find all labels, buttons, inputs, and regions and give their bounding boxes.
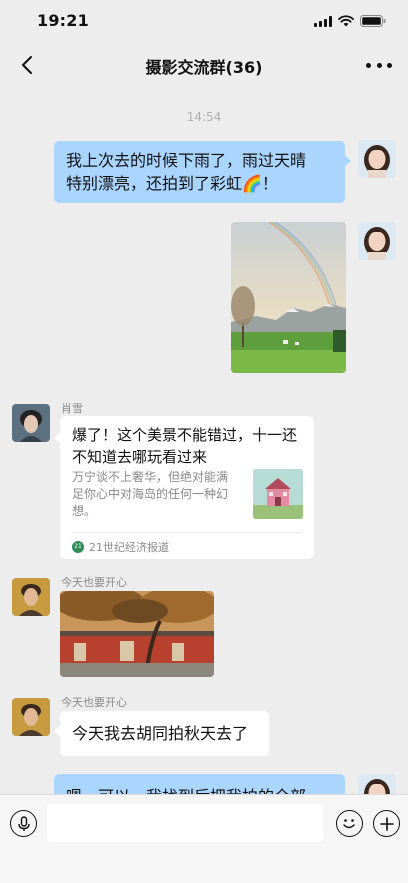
link-card-divider bbox=[72, 532, 302, 533]
more-options-button[interactable] bbox=[366, 56, 392, 74]
avatar-self[interactable] bbox=[358, 774, 396, 794]
message-bubble-other[interactable]: 今天我去胡同拍秋天去了 bbox=[54, 711, 269, 756]
message-input[interactable] bbox=[47, 804, 323, 842]
status-time: 19:21 bbox=[37, 11, 89, 30]
emoji-icon bbox=[343, 819, 355, 829]
rainbow-mountain-photo[interactable] bbox=[231, 222, 346, 373]
battery-icon bbox=[360, 15, 386, 27]
emoji-button[interactable] bbox=[336, 810, 363, 837]
chevron-left-icon bbox=[22, 56, 32, 74]
wifi-icon bbox=[338, 15, 354, 27]
message-text: 嗯，可以，我找到后把我拍的全部 bbox=[66, 785, 333, 794]
link-card-source-name: 21世纪经济报道 bbox=[89, 541, 169, 554]
message-bubble-self[interactable]: 嗯，可以，我找到后把我拍的全部 bbox=[54, 774, 345, 794]
back-button[interactable] bbox=[14, 52, 40, 78]
voice-input-button[interactable] bbox=[10, 810, 37, 837]
link-card-thumbnail bbox=[253, 469, 303, 519]
message-list[interactable]: 14:54 我上次去的时候下雨了，雨过天晴 特别漂亮，还拍到了彩虹🌈！ 肖雪 爆… bbox=[0, 86, 408, 794]
avatar-self[interactable] bbox=[358, 222, 396, 260]
avatar-xiaoxue[interactable] bbox=[12, 404, 50, 442]
input-bar bbox=[0, 794, 408, 883]
more-dot-icon bbox=[387, 62, 392, 68]
chat-title: 摄影交流群(36) bbox=[145, 58, 263, 77]
sender-name: 肖雪 bbox=[61, 402, 83, 415]
nav-bar: 摄影交流群(36) bbox=[0, 44, 408, 86]
message-text: 我上次去的时候下雨了，雨过天晴 bbox=[66, 151, 307, 170]
status-bar: 19:21 bbox=[0, 0, 408, 44]
message-timestamp: 14:54 bbox=[186, 110, 222, 124]
more-dot-icon bbox=[366, 62, 371, 68]
link-card-source: 21 21世纪经济报道 bbox=[72, 539, 169, 555]
plus-icon bbox=[379, 816, 394, 831]
message-bubble-self[interactable]: 我上次去的时候下雨了，雨过天晴 特别漂亮，还拍到了彩虹🌈！ bbox=[54, 141, 351, 203]
link-card[interactable]: 爆了！这个美景不能错过，十一还不知道去哪玩看过来 万宁谈不上奢华，但绝对能满足你… bbox=[54, 416, 314, 559]
microphone-icon bbox=[17, 815, 30, 831]
avatar-self[interactable] bbox=[358, 140, 396, 178]
status-icons bbox=[314, 15, 386, 27]
link-card-description: 万宁谈不上奢华，但绝对能满足你心中对海岛的任何一种幻想。 bbox=[72, 470, 229, 518]
hutong-autumn-photo[interactable] bbox=[60, 591, 214, 677]
sender-name: 今天也要开心 bbox=[61, 576, 127, 589]
more-dot-icon bbox=[376, 62, 382, 68]
cellular-signal-icon bbox=[314, 15, 332, 27]
message-text: 今天我去胡同拍秋天去了 bbox=[72, 724, 249, 743]
message-text: 特别漂亮，还拍到了彩虹🌈！ bbox=[66, 174, 278, 193]
more-actions-button[interactable] bbox=[373, 810, 400, 837]
avatar-happy-today[interactable] bbox=[12, 698, 50, 736]
avatar-happy-today[interactable] bbox=[12, 578, 50, 616]
sender-name: 今天也要开心 bbox=[61, 696, 127, 709]
source-logo-icon: 21 bbox=[72, 541, 84, 553]
link-card-title: 爆了！这个美景不能错过，十一还不知道去哪玩看过来 bbox=[72, 426, 298, 466]
